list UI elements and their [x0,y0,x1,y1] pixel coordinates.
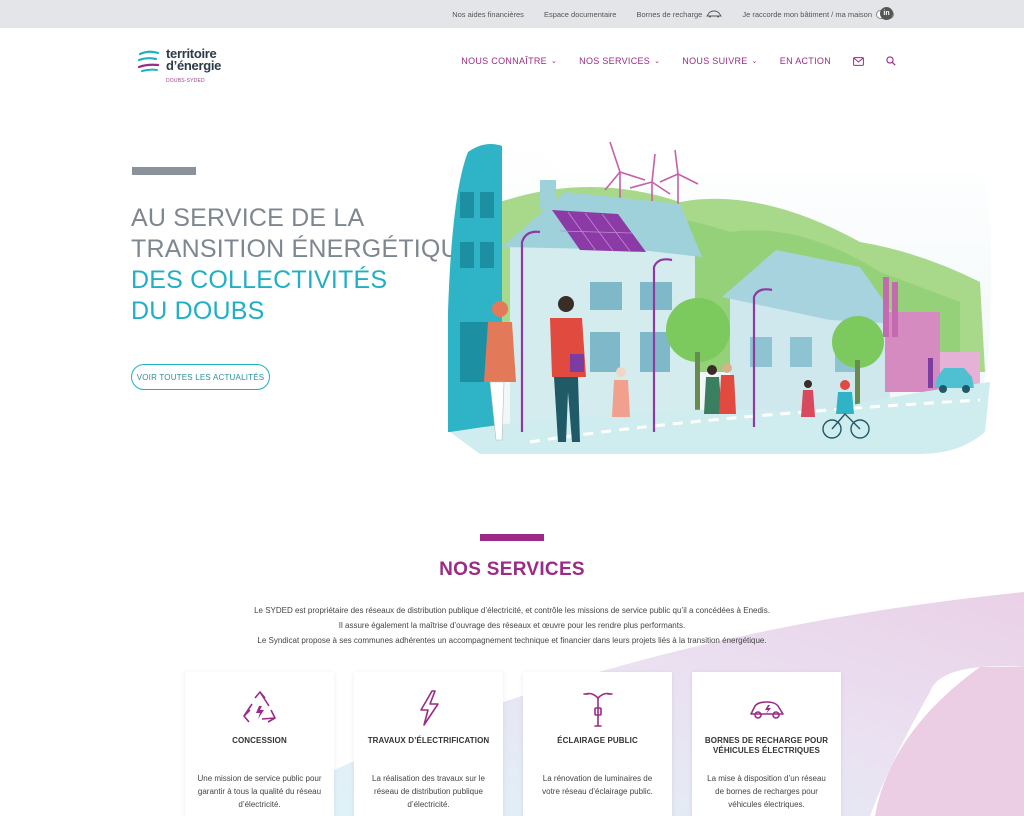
service-card-description: La rénovation de luminaires de votre rés… [542,774,653,796]
nav-item-label: NOS SERVICES [579,56,651,66]
service-card-title: ÉCLAIRAGE PUBLIC [557,736,638,745]
linkedin-icon[interactable]: in [880,7,893,20]
service-cards: CONCESSION Une mission de service public… [185,672,841,816]
services-accent-bar [480,534,544,541]
chevron-down-icon: ⌄ [550,58,558,65]
hero-illustration [448,140,992,454]
service-card-eclairage[interactable]: ÉCLAIRAGE PUBLIC La rénovation de lumina… [523,672,672,816]
hero-title-line: TRANSITION ÉNERGÉTIQUE [131,235,476,263]
nav-item-nous-connaitre[interactable]: NOUS CONNAÎTRE ⌄ [461,56,557,66]
lightning-bolt-icon [419,690,439,726]
chevron-down-icon: ⌄ [751,58,758,65]
utility-link-bornes[interactable]: Bornes de recharge [636,9,723,19]
service-card-travaux[interactable]: TRAVAUX D’ÉLECTRIFICATION La réalisation… [354,672,503,816]
service-card-title: BORNES DE RECHARGE POUR VÉHICULES ÉLECTR… [704,736,829,755]
services-intro: Le SYDED est propriétaire des réseaux de… [0,603,1024,648]
hero-title-line: DU DOUBS [131,297,265,325]
nav-item-nos-services[interactable]: NOS SERVICES ⌄ [579,56,660,66]
logo-mark-icon [137,50,160,72]
utility-bar: Nos aides financières Espace documentair… [0,0,1024,28]
service-card-title: CONCESSION [232,736,287,745]
hero-title-line: AU SERVICE DE LA [131,204,365,232]
service-card-title: TRAVAUX D’ÉLECTRIFICATION [367,736,490,745]
mail-icon[interactable] [853,56,864,66]
nav-item-nous-suivre[interactable]: NOUS SUIVRE ⌄ [682,56,757,66]
hero-title: AU SERVICE DE LA TRANSITION ÉNERGÉTIQUE … [131,203,476,327]
main-nav: NOUS CONNAÎTRE ⌄ NOS SERVICES ⌄ NOUS SUI… [461,56,896,66]
logo-line-2: d’énergie [166,58,222,73]
hero-title-line: DES COLLECTIVITÉS [131,266,388,294]
hero-accent-bar [132,167,196,175]
utility-link-aides[interactable]: Nos aides financières [452,10,524,19]
service-card-bornes[interactable]: BORNES DE RECHARGE POUR VÉHICULES ÉLECTR… [692,672,841,816]
services-intro-line: Le Syndicat propose à ses communes adhér… [257,636,767,645]
service-card-description: La mise à disposition d’un réseau de bor… [707,774,826,809]
service-card-description: Une mission de service public pour garan… [197,774,322,809]
search-icon[interactable] [886,56,896,66]
site-logo[interactable]: territoire d’énergie DOUBS-SYDED [136,47,222,87]
service-card-concession[interactable]: CONCESSION Une mission de service public… [185,672,334,816]
all-news-button[interactable]: VOIR TOUTES LES ACTUALITÉS [131,364,270,390]
recycle-plug-icon [242,691,276,723]
street-lamp-icon [582,692,613,727]
nav-item-label: NOUS CONNAÎTRE [461,56,547,66]
utility-link-bornes-label: Bornes de recharge [636,9,703,19]
car-icon [706,10,723,18]
service-card-description: La réalisation des travaux sur le réseau… [372,774,485,809]
utility-link-documents[interactable]: Espace documentaire [544,10,617,19]
services-title: NOS SERVICES [439,559,585,580]
logo-subtitle: DOUBS-SYDED [166,78,205,84]
nav-item-en-action[interactable]: EN ACTION [780,56,831,66]
logo-text: territoire d’énergie DOUBS-SYDED [166,47,222,87]
nav-item-label: NOUS SUIVRE [682,56,748,66]
chevron-down-icon: ⌄ [654,58,661,65]
utility-link-raccordement-label: Je raccorde mon bâtiment / ma maison [742,9,872,19]
utility-links: Nos aides financières Espace documentair… [452,0,894,28]
utility-link-raccordement[interactable]: Je raccorde mon bâtiment / ma maison [742,9,894,19]
electric-car-icon [749,701,784,719]
services-intro-line: Il assure également la maîtrise d’ouvrag… [338,621,686,630]
services-intro-line: Le SYDED est propriétaire des réseaux de… [254,606,770,615]
